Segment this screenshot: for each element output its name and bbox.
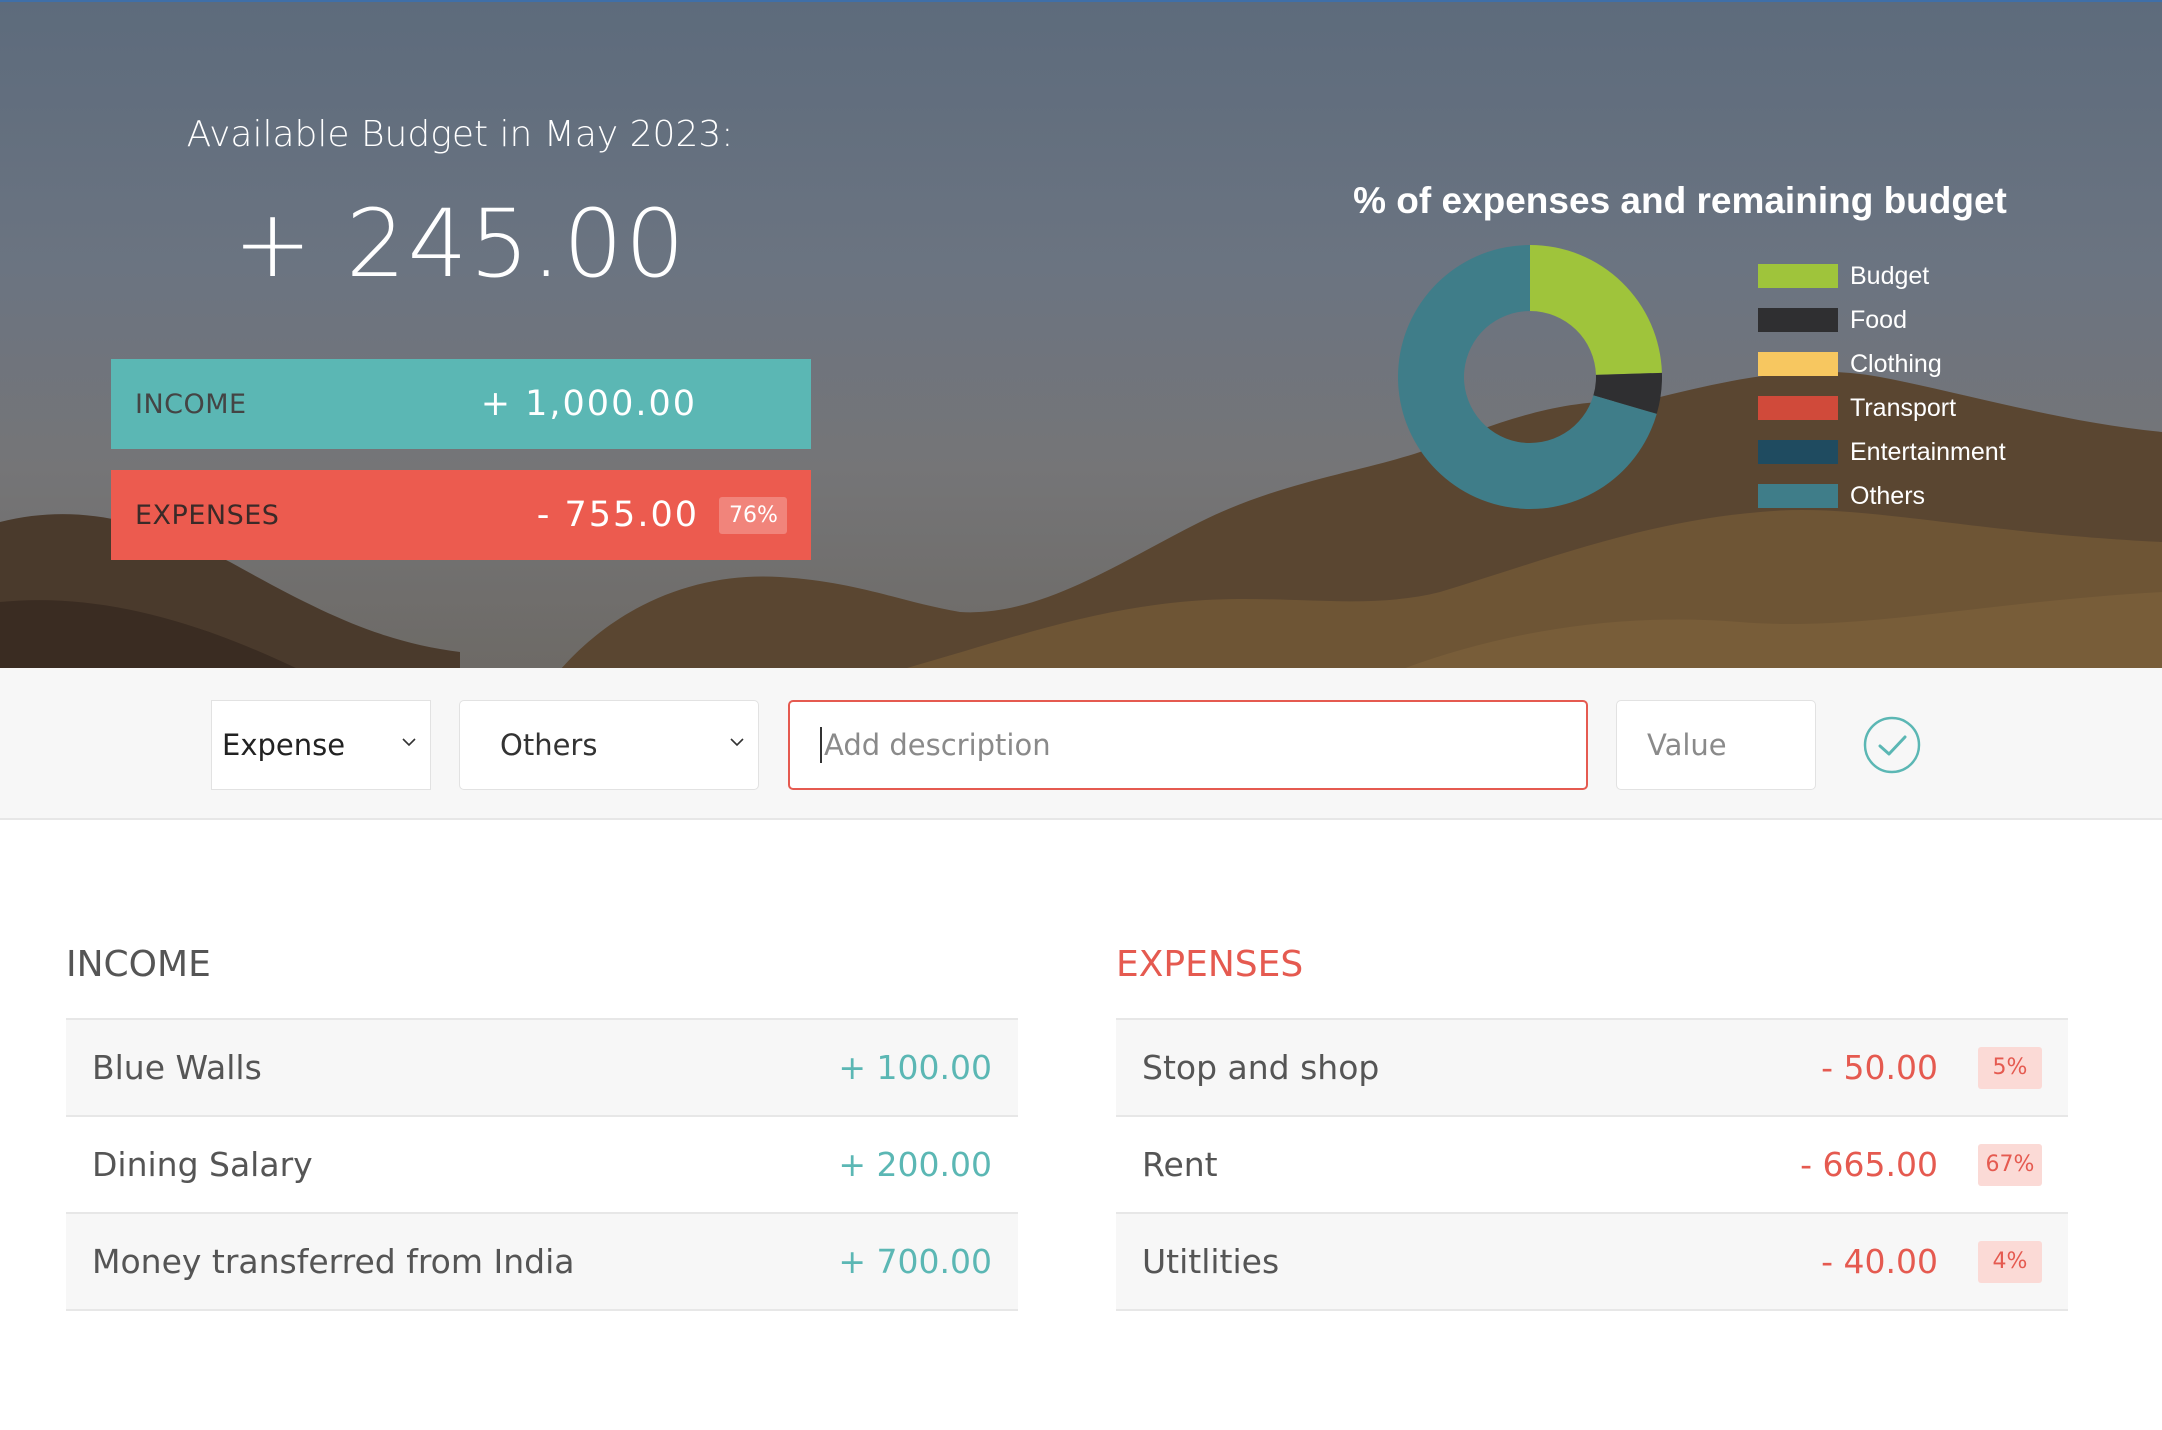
chart-legend: Budget Food Clothing Transport Entertainment…: [1758, 254, 2006, 518]
expense-item-value: - 40.00: [1821, 1242, 1938, 1281]
expenses-list: EXPENSES Stop and shop - 50.00 5% Rent -…: [1116, 940, 2068, 1311]
legend-swatch: [1758, 352, 1838, 376]
legend-item-others[interactable]: Others: [1758, 474, 2006, 518]
expense-item-description: Utitlities: [1142, 1242, 1280, 1281]
expense-item-value: - 50.00: [1821, 1048, 1938, 1087]
legend-label: Entertainment: [1850, 437, 2006, 466]
expense-item-value: - 665.00: [1800, 1145, 1938, 1184]
chevron-down-icon: [730, 738, 744, 747]
legend-label: Transport: [1850, 393, 1957, 422]
expense-item-percentage: 5%: [1978, 1046, 2042, 1089]
budget-value: + 245.00: [233, 190, 687, 299]
header-section: Available Budget in May 2023: + 245.00 I…: [0, 0, 2162, 668]
expense-item-percentage: 4%: [1978, 1240, 2042, 1283]
legend-label: Food: [1850, 305, 1907, 334]
income-item-value: + 200.00: [838, 1145, 992, 1184]
expenses-summary-percentage: 76%: [719, 496, 787, 534]
legend-item-clothing[interactable]: Clothing: [1758, 342, 2006, 386]
checkmark-icon[interactable]: [1863, 716, 1921, 774]
text-cursor: [820, 727, 822, 763]
expense-item-description: Rent: [1142, 1145, 1218, 1184]
income-item[interactable]: Money transferred from India + 700.00: [66, 1214, 1018, 1311]
legend-label: Budget: [1850, 261, 1930, 290]
legend-item-transport[interactable]: Transport: [1758, 386, 2006, 430]
income-summary-value: + 1,000.00: [480, 384, 697, 424]
expense-item[interactable]: Utitlities - 40.00 4%: [1116, 1214, 2068, 1311]
income-item-description: Dining Salary: [92, 1145, 313, 1184]
description-input[interactable]: Add description: [788, 700, 1588, 790]
expenses-list-title: EXPENSES: [1116, 940, 2068, 1020]
value-input[interactable]: Value: [1616, 700, 1816, 790]
expense-item[interactable]: Rent - 665.00 67%: [1116, 1117, 2068, 1214]
income-item-value: + 700.00: [838, 1242, 992, 1281]
legend-swatch: [1758, 396, 1838, 420]
chart-title: % of expenses and remaining budget: [1353, 180, 2007, 221]
type-select[interactable]: Expense: [211, 700, 431, 790]
income-item-value: + 100.00: [838, 1048, 992, 1087]
income-item-description: Money transferred from India: [92, 1242, 575, 1281]
legend-swatch: [1758, 264, 1838, 288]
income-summary-label: INCOME: [135, 388, 247, 420]
expense-item[interactable]: Stop and shop - 50.00 5%: [1116, 1020, 2068, 1117]
income-item-description: Blue Walls: [92, 1048, 262, 1087]
expenses-summary-label: EXPENSES: [135, 499, 280, 531]
description-placeholder: Add description: [824, 728, 1051, 762]
expense-item-percentage: 67%: [1978, 1143, 2042, 1186]
legend-label: Clothing: [1850, 349, 1942, 378]
category-select-value: Others: [500, 728, 598, 762]
expenses-donut-chart: [1398, 245, 1662, 509]
donut-slice-budget: [1530, 245, 1662, 375]
category-select[interactable]: Others: [459, 700, 759, 790]
expenses-summary: EXPENSES - 755.00 76%: [111, 470, 811, 560]
legend-item-budget[interactable]: Budget: [1758, 254, 2006, 298]
legend-swatch: [1758, 308, 1838, 332]
value-placeholder: Value: [1647, 728, 1727, 762]
budget-title: Available Budget in May 2023:: [186, 114, 734, 155]
legend-label: Others: [1850, 481, 1926, 510]
legend-item-entertainment[interactable]: Entertainment: [1758, 430, 2006, 474]
type-select-value: Expense: [222, 728, 346, 762]
income-list: INCOME Blue Walls + 100.00 Dining Salary…: [66, 940, 1018, 1311]
chevron-down-icon: [402, 738, 416, 747]
expenses-summary-value: - 755.00: [536, 495, 699, 535]
legend-item-food[interactable]: Food: [1758, 298, 2006, 342]
income-list-title: INCOME: [66, 940, 1018, 1020]
income-item[interactable]: Dining Salary + 200.00: [66, 1117, 1018, 1214]
legend-swatch: [1758, 484, 1838, 508]
expense-item-description: Stop and shop: [1142, 1048, 1380, 1087]
income-item[interactable]: Blue Walls + 100.00: [66, 1020, 1018, 1117]
income-summary: INCOME + 1,000.00: [111, 359, 811, 449]
legend-swatch: [1758, 440, 1838, 464]
